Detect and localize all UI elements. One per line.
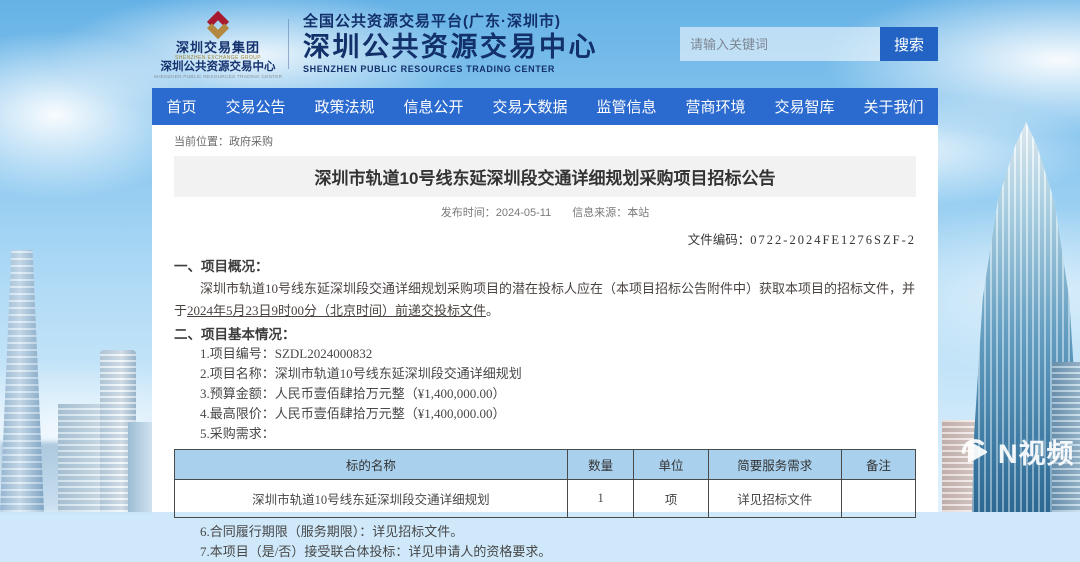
procurement-table: 标的名称 数量 单位 简要服务需求 备注 深圳市轨道10号线东延深圳段交通详细规… <box>174 449 916 518</box>
breadcrumb: 当前位置：政府采购 <box>152 125 938 156</box>
exchange-group-logo-icon <box>202 10 234 40</box>
nav-item-policies[interactable]: 政策法规 <box>314 96 374 117</box>
main-nav: 首页 交易公告 政策法规 信息公开 交易大数据 监管信息 营商环境 交易智库 关… <box>152 88 938 125</box>
deadline-underlined-text: 2024年5月23日9时00分（北京时间）前递交投标文件 <box>187 303 486 318</box>
file-code-line: 文件编码：0722-2024FE1276SZF-2 <box>174 229 916 248</box>
nav-item-supervision[interactable]: 监管信息 <box>596 96 656 117</box>
site-name-en: SHENZHEN PUBLIC RESOURCES TRADING CENTER <box>303 64 598 75</box>
nav-item-big-data[interactable]: 交易大数据 <box>492 96 567 117</box>
logo-center-name: 深圳公共资源交易中心 <box>152 61 284 74</box>
file-code-value: 0722-2024FE1276SZF-2 <box>750 233 916 247</box>
platform-title: 全国公共资源交易平台(广东·深圳市) <box>303 13 598 31</box>
content-panel: 当前位置：政府采购 深圳市轨道10号线东延深圳段交通详细规划采购项目招标公告 发… <box>152 125 938 512</box>
section-1-text-end: 。 <box>486 303 499 318</box>
nav-item-business-environment[interactable]: 营商环境 <box>685 96 745 117</box>
table-header-row: 标的名称 数量 单位 简要服务需求 备注 <box>175 450 916 480</box>
nav-item-think-tank[interactable]: 交易智库 <box>774 96 834 117</box>
col-header-quantity: 数量 <box>567 450 634 480</box>
info-source: 信息来源：本站 <box>572 207 649 219</box>
article-item-procurement-demand: 5.采购需求： <box>174 424 916 444</box>
section-2-heading: 二、项目基本情况： <box>174 325 916 344</box>
nav-item-home[interactable]: 首页 <box>166 96 196 117</box>
article-item-contract-period: 6.合同履行期限（服务期限）：详见招标文件。 <box>174 522 916 542</box>
header-divider <box>288 19 289 69</box>
n-video-watermark: N视频 <box>958 432 1075 471</box>
publish-date: 发布时间：2024-05-11 <box>441 207 551 219</box>
article-item-budget: 3.预算金额：人民币壹佰肆拾万元整（¥1,400,000.00） <box>174 384 916 404</box>
section-1-paragraph: 深圳市轨道10号线东延深圳段交通详细规划采购项目的潜在投标人应在（本项目招标公告… <box>174 278 916 322</box>
article-item-project-number: 1.项目编号：SZDL2024000832 <box>174 344 916 364</box>
article-item-project-name: 2.项目名称：深圳市轨道10号线东延深圳段交通详细规划 <box>174 364 916 384</box>
nav-item-information-disclosure[interactable]: 信息公开 <box>403 96 463 117</box>
article-title: 深圳市轨道10号线东延深圳段交通详细规划采购项目招标公告 <box>174 156 916 197</box>
n-video-play-icon <box>958 435 992 469</box>
col-header-remarks: 备注 <box>841 450 915 480</box>
city-building <box>128 422 152 512</box>
col-header-service-requirements: 简要服务需求 <box>708 450 841 480</box>
search-button[interactable]: 搜索 <box>880 27 938 61</box>
site-title-block: 全国公共资源交易平台(广东·深圳市) 深圳公共资源交易中心 SHENZHEN P… <box>303 13 598 74</box>
logo-group-name: 深圳交易集团 <box>152 41 284 56</box>
nav-item-about-us[interactable]: 关于我们 <box>863 96 923 117</box>
search-input[interactable] <box>680 27 880 61</box>
site-name: 深圳公共资源交易中心 <box>303 31 598 63</box>
article-item-consortium-bidding: 7.本项目（是/否）接受联合体投标：详见申请人的资格要求。 <box>174 542 916 562</box>
n-video-watermark-label: N视频 <box>998 432 1075 471</box>
search-area: 搜索 <box>680 27 938 61</box>
file-code-label: 文件编码： <box>688 233 751 247</box>
article-meta: 发布时间：2024-05-11 信息来源：本站 <box>174 204 916 220</box>
section-1-heading: 一、项目概况： <box>174 257 916 276</box>
col-header-subject-name: 标的名称 <box>175 450 568 480</box>
article: 深圳市轨道10号线东延深圳段交通详细规划采购项目招标公告 发布时间：2024-0… <box>152 156 938 562</box>
col-header-unit: 单位 <box>634 450 708 480</box>
exchange-group-logo: 深圳交易集团 SHENZHEN EXCHANGE GROUP 深圳公共资源交易中… <box>152 8 284 80</box>
nav-item-trade-announcements[interactable]: 交易公告 <box>225 96 285 117</box>
logo-center-name-en: SHENZHEN PUBLIC RESOURCES TRADING CENTER <box>152 75 284 81</box>
city-building <box>58 404 104 512</box>
site-header: 深圳交易集团 SHENZHEN EXCHANGE GROUP 深圳公共资源交易中… <box>152 0 938 88</box>
article-item-max-price: 4.最高限价：人民币壹佰肆拾万元整（¥1,400,000.00） <box>174 404 916 424</box>
